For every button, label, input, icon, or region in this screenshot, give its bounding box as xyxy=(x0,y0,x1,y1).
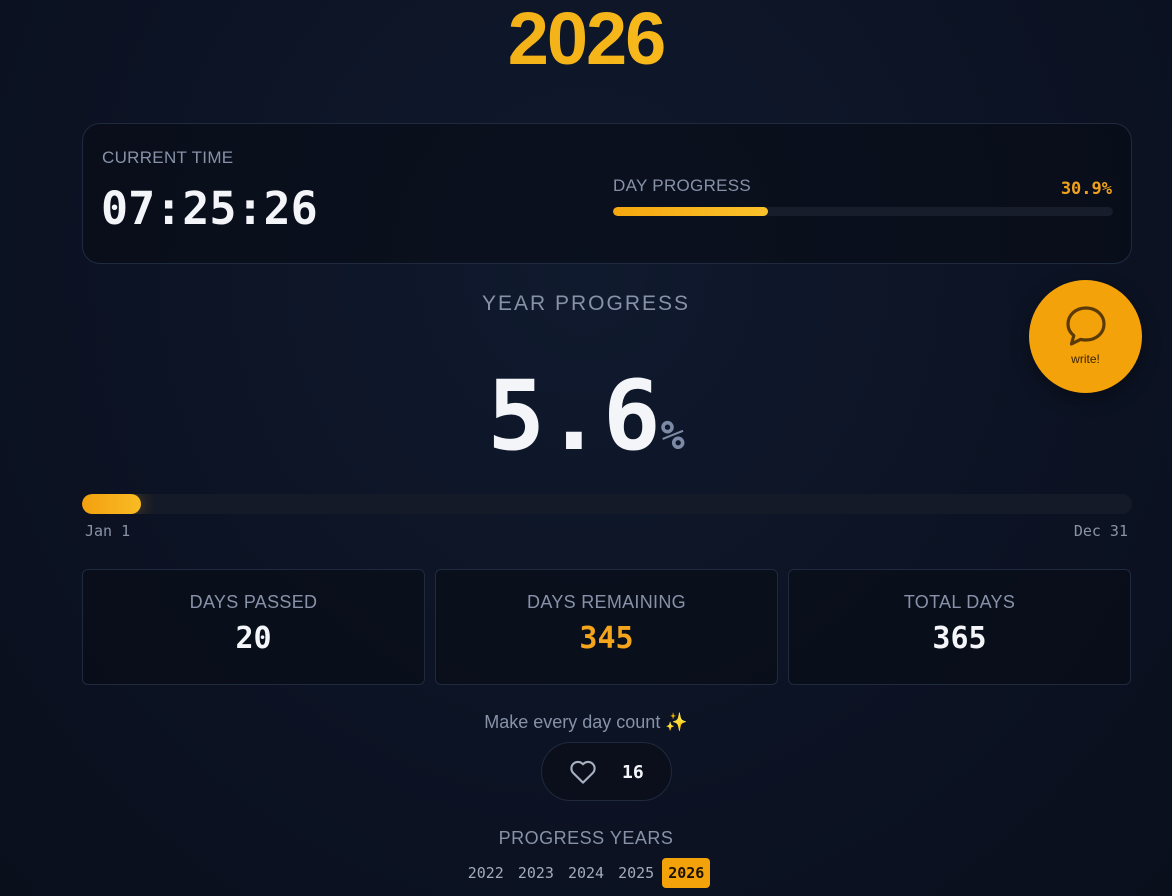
year-selector: 2022 2023 2024 2025 2026 xyxy=(0,858,1172,888)
year-progress-number: 5.6 xyxy=(487,360,661,472)
year-progress-bar xyxy=(82,494,1132,514)
current-time-value: 07:25:26 xyxy=(101,182,318,235)
total-days-card: TOTAL DAYS 365 xyxy=(788,569,1131,685)
tagline: Make every day count ✨ xyxy=(484,712,688,732)
progress-years-label: PROGRESS YEARS xyxy=(498,828,674,848)
days-remaining-card: DAYS REMAINING 345 xyxy=(435,569,778,685)
heart-icon xyxy=(570,760,596,784)
year-chip-2026[interactable]: 2026 xyxy=(662,858,711,888)
year-start-label: Jan 1 xyxy=(85,522,131,540)
stat-label: DAYS PASSED xyxy=(189,592,318,612)
chat-bubble-icon xyxy=(1065,305,1106,346)
day-progress-label: DAY PROGRESS xyxy=(613,176,752,195)
year-end-label: Dec 31 xyxy=(1073,522,1128,540)
write-button[interactable]: write! xyxy=(1029,280,1142,393)
like-button[interactable]: 16 xyxy=(541,742,672,801)
stat-value: 365 xyxy=(932,621,987,656)
year-progress-value: 5.6% xyxy=(0,360,1172,472)
year-chip-2025[interactable]: 2025 xyxy=(612,858,660,888)
year-progress-label: YEAR PROGRESS xyxy=(481,292,691,315)
year-progress-unit: % xyxy=(660,413,685,459)
year-title: 2026 xyxy=(0,0,1172,81)
stat-value: 345 xyxy=(579,621,634,656)
day-progress-percent: 30.9% xyxy=(1060,179,1112,199)
day-progress-bar xyxy=(613,207,1113,216)
write-button-label: write! xyxy=(1071,351,1100,366)
year-progress-fill xyxy=(82,494,141,514)
year-chip-2023[interactable]: 2023 xyxy=(512,858,560,888)
like-count: 16 xyxy=(622,762,644,783)
day-progress-fill xyxy=(613,207,768,216)
days-passed-card: DAYS PASSED 20 xyxy=(82,569,425,685)
time-card: CURRENT TIME 07:25:26 DAY PROGRESS 30.9% xyxy=(82,123,1132,264)
year-chip-2022[interactable]: 2022 xyxy=(462,858,510,888)
stat-value: 20 xyxy=(235,621,272,656)
stat-label: TOTAL DAYS xyxy=(903,592,1016,612)
year-chip-2024[interactable]: 2024 xyxy=(562,858,610,888)
stat-label: DAYS REMAINING xyxy=(527,592,686,612)
current-time-label: CURRENT TIME xyxy=(102,148,234,167)
